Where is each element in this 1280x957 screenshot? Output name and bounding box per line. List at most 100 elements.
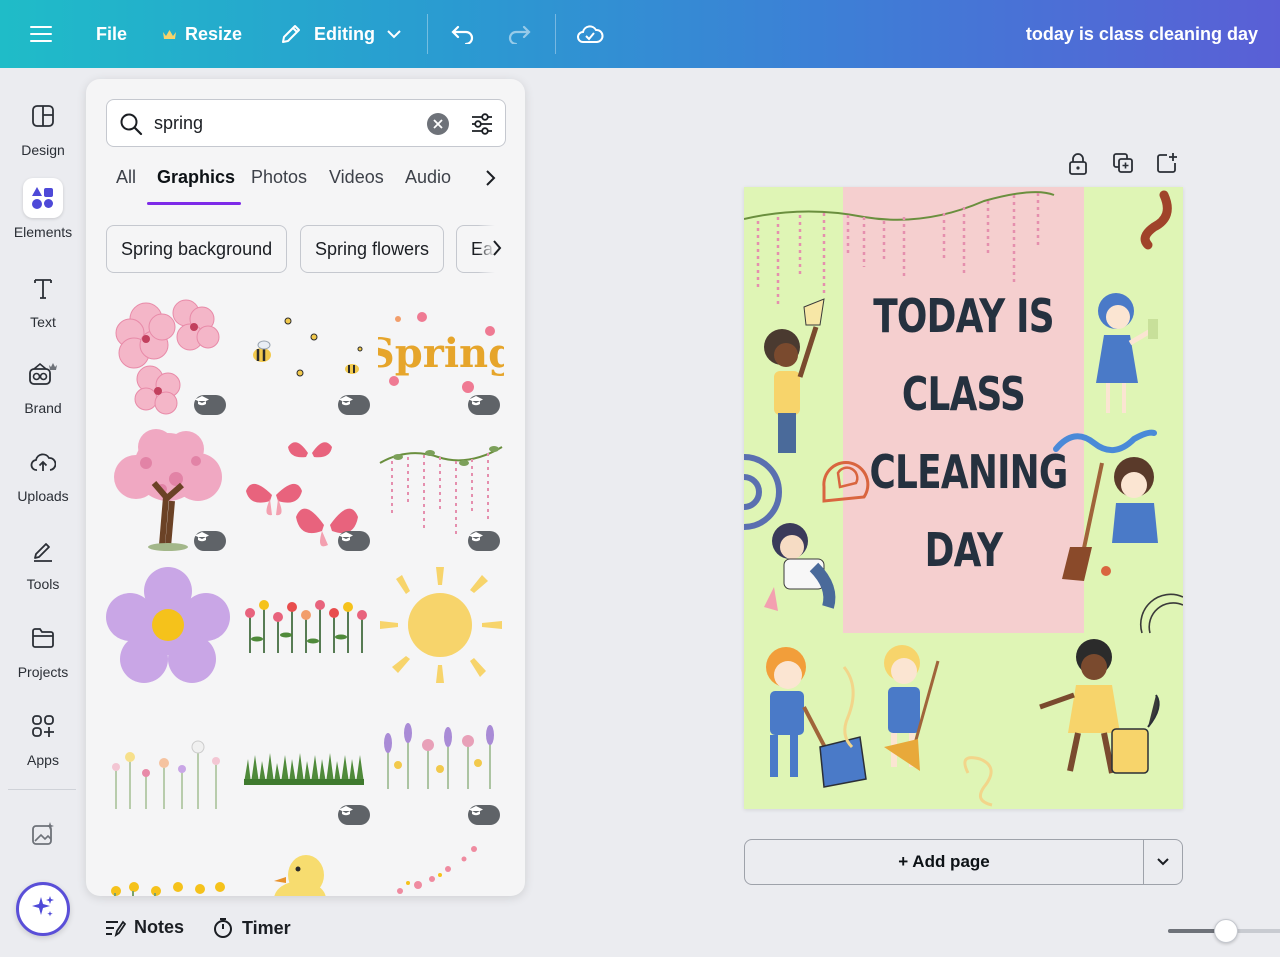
add-page-icon-button[interactable]: [1156, 152, 1178, 178]
premium-badge: [338, 531, 370, 551]
main-menu-button[interactable]: [30, 0, 52, 68]
sidebar-item-label: Uploads: [17, 488, 69, 504]
graphic-yellow-flowers[interactable]: [106, 835, 232, 896]
sidebar-item-uploads[interactable]: Uploads: [0, 442, 86, 522]
premium-badge: [194, 531, 226, 551]
poster-title-line: DAY: [924, 523, 1004, 577]
premium-badge: [468, 805, 500, 825]
tab-all[interactable]: All: [116, 167, 136, 188]
sidebar-item-label: Projects: [17, 664, 69, 680]
sidebar-item-projects[interactable]: Projects: [0, 618, 86, 698]
sidebar-item-label: Tools: [26, 576, 60, 592]
graphic-spring-lettering[interactable]: Spring: [378, 289, 504, 419]
graphic-sun[interactable]: [378, 563, 504, 693]
graphic-cherry-blossoms[interactable]: [106, 289, 232, 419]
timer-icon: [214, 918, 232, 938]
hamburger-icon: [30, 25, 52, 43]
apps-icon: [23, 706, 63, 746]
bottom-bar: Notes Timer: [86, 905, 1280, 957]
sidebar-item-label: Brand: [24, 400, 62, 416]
sliders-icon: [472, 113, 492, 135]
graphic-tulip-row[interactable]: [242, 563, 368, 693]
search-input[interactable]: spring: [106, 99, 506, 147]
graduation-cap-icon: [469, 396, 483, 406]
chip-spring-background[interactable]: Spring background: [106, 225, 288, 273]
zoom-slider-handle[interactable]: [1214, 919, 1238, 943]
notes-label: Notes: [134, 917, 185, 937]
toolbar-divider: [555, 14, 556, 54]
premium-badge: [468, 531, 500, 551]
lock-button[interactable]: [1068, 152, 1088, 178]
toolbar-divider: [427, 14, 428, 54]
search-value: spring: [154, 113, 204, 133]
search-icon: [119, 112, 143, 141]
chevron-down-icon: [1157, 858, 1169, 866]
graduation-cap-icon: [469, 806, 483, 816]
close-icon: [433, 119, 443, 129]
chip-spring-flowers[interactable]: Spring flowers: [300, 225, 445, 273]
notes-icon: [106, 920, 126, 937]
sidebar-item-apps[interactable]: Apps: [0, 706, 86, 786]
duplicate-page-button[interactable]: [1112, 152, 1134, 178]
graphic-purple-flower[interactable]: [106, 563, 232, 693]
sidebar-item-tools[interactable]: Tools: [0, 530, 86, 610]
editing-label: Editing: [314, 23, 375, 44]
undo-button[interactable]: [450, 0, 476, 68]
tab-audio[interactable]: Audio: [405, 167, 451, 188]
elements-icon: [23, 178, 63, 218]
graphic-grass-strip[interactable]: [242, 699, 370, 829]
poster-title[interactable]: TODAY IS CLASS CLEANING DAY: [869, 277, 1069, 589]
sidebar-item-elements[interactable]: Elements: [0, 178, 86, 258]
chevron-right-icon: [486, 170, 496, 186]
tabs-scroll-right-button[interactable]: [484, 169, 496, 192]
file-menu-button[interactable]: File: [96, 0, 127, 68]
chevron-down-icon: [387, 29, 401, 39]
magic-assistant-button[interactable]: [16, 882, 70, 936]
undo-icon: [450, 24, 476, 44]
poster-title-line: TODAY IS: [873, 289, 1054, 343]
tab-videos[interactable]: Videos: [329, 167, 384, 188]
pencil-icon: [280, 23, 302, 45]
add-page-control: + Add page: [744, 839, 1183, 885]
content-type-tabs: All Graphics Photos Videos Audio: [106, 167, 506, 207]
design-icon: [23, 96, 63, 136]
chips-scroll-right-button[interactable]: [492, 239, 502, 262]
tab-graphics[interactable]: Graphics: [157, 167, 235, 188]
poster-title-line: CLASS: [901, 367, 1026, 421]
notes-button[interactable]: Notes: [104, 917, 184, 938]
tab-photos[interactable]: Photos: [251, 167, 307, 188]
sidebar-item-design[interactable]: Design: [0, 96, 86, 176]
sidebar-item-label: Elements: [13, 224, 73, 240]
timer-button[interactable]: Timer: [212, 917, 291, 939]
graphic-hanging-vines[interactable]: [378, 427, 504, 557]
crown-icon: [162, 28, 177, 41]
graphic-bees[interactable]: [242, 289, 370, 419]
sidebar-item-brand[interactable]: Brand: [0, 354, 86, 434]
graphic-duckling[interactable]: [242, 835, 368, 896]
graduation-cap-icon: [195, 532, 209, 542]
clear-search-button[interactable]: [427, 113, 449, 135]
resize-button[interactable]: Resize: [162, 0, 242, 68]
elements-panel: spring All Graphics Photos Videos Audio …: [86, 79, 525, 896]
save-status-button[interactable]: [576, 0, 604, 68]
graphic-lavender-bouquet[interactable]: [378, 699, 504, 829]
graphic-petals-scatter[interactable]: [378, 835, 504, 896]
design-page[interactable]: TODAY IS CLASS CLEANING DAY: [744, 187, 1183, 809]
cloud-check-icon: [576, 23, 604, 45]
sidebar-item-label: Apps: [27, 752, 59, 768]
sidebar-item-text[interactable]: Text: [0, 268, 86, 348]
document-title[interactable]: today is class cleaning day: [1026, 0, 1258, 68]
text-icon: [23, 268, 63, 308]
graphic-butterflies[interactable]: [242, 427, 370, 557]
graphic-cherry-tree[interactable]: [106, 427, 232, 557]
add-page-icon: [1157, 153, 1177, 173]
poster-title-line: CLEANING: [869, 445, 1069, 499]
redo-button[interactable]: [506, 0, 532, 68]
add-page-options-button[interactable]: [1143, 840, 1183, 884]
graduation-cap-icon: [339, 806, 353, 816]
graphic-wildflowers[interactable]: [106, 699, 232, 829]
add-page-button[interactable]: + Add page: [745, 840, 1143, 884]
filter-button[interactable]: [469, 111, 495, 137]
premium-badge: [338, 805, 370, 825]
editing-mode-dropdown[interactable]: Editing: [280, 0, 401, 68]
